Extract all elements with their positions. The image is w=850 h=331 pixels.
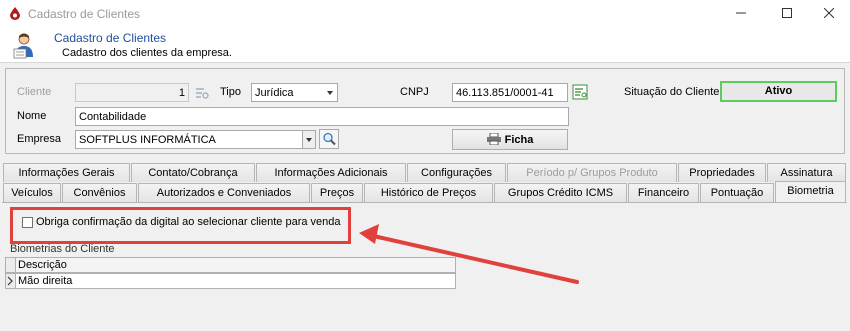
page-subtitle: Cadastro dos clientes da empresa. (62, 47, 232, 59)
ficha-label: Ficha (504, 134, 534, 146)
list-search-icon[interactable] (194, 85, 210, 101)
app-drop-icon (10, 7, 20, 20)
tab-pontuacao[interactable]: Pontuação (700, 183, 774, 202)
title-bar: Cadastro de Clientes (0, 0, 850, 27)
annotation-highlight-box (10, 207, 351, 244)
maximize-icon (782, 8, 792, 18)
tipo-select[interactable]: Jurídica (251, 83, 338, 102)
cnpj-field[interactable]: 46.113.851/0001-41 (452, 83, 568, 102)
tab-autorizados-conveniados[interactable]: Autorizados e Conveniados (138, 183, 310, 202)
tab-veiculos[interactable]: Veículos (3, 183, 61, 202)
nome-value: Contabilidade (79, 111, 147, 123)
chevron-down-icon (306, 138, 312, 142)
search-icon (323, 132, 336, 146)
situacao-label: Situação do Cliente (624, 86, 720, 98)
page-header: Cadastro de Clientes Cadastro dos client… (0, 27, 850, 63)
user-register-icon (13, 33, 33, 59)
window-title: Cadastro de Clientes (28, 7, 141, 21)
grid-caption: Biometrias do Cliente (10, 243, 115, 255)
tab-periodo-grupos-produto[interactable]: Período p/ Grupos Produto (507, 163, 677, 182)
chevron-down-icon (327, 91, 333, 95)
tipo-value: Jurídica (255, 87, 294, 99)
ficha-button[interactable]: Ficha (452, 129, 568, 150)
empresa-search-button[interactable] (319, 129, 339, 149)
tab-contato-cobranca[interactable]: Contato/Cobrança (131, 163, 255, 182)
nome-label: Nome (17, 110, 47, 122)
close-button[interactable] (806, 0, 850, 27)
cnpj-lookup-icon[interactable] (572, 84, 588, 100)
tab-informacoes-adicionais[interactable]: Informações Adicionais (256, 163, 406, 182)
cliente-code-value: 1 (178, 87, 185, 99)
empresa-select[interactable]: SOFTPLUS INFORMÁTICA (75, 130, 316, 149)
tab-informacoes-gerais[interactable]: Informações Gerais (3, 163, 130, 182)
close-icon (823, 7, 835, 19)
page-title: Cadastro de Clientes (54, 31, 167, 45)
cnpj-value: 46.113.851/0001-41 (456, 87, 554, 99)
printer-icon (486, 132, 501, 146)
minimize-icon (736, 12, 746, 14)
cliente-code-field: 1 (75, 83, 189, 102)
tab-biometria[interactable]: Biometria (775, 181, 846, 203)
tab-convenios[interactable]: Convênios (62, 183, 137, 202)
row-indicator-icon (6, 274, 16, 288)
tab-propriedades[interactable]: Propriedades (678, 163, 766, 182)
table-cell-descricao: Mão direita (18, 275, 73, 287)
empresa-dropdown-button[interactable] (302, 131, 315, 148)
annotation-arrow-icon (359, 224, 579, 284)
empresa-value: SOFTPLUS INFORMÁTICA (79, 134, 216, 146)
tab-financeiro[interactable]: Financeiro (628, 183, 699, 202)
nome-field[interactable]: Contabilidade (75, 107, 569, 126)
grid-indicator-header (6, 258, 16, 272)
status-value: Ativo (764, 85, 793, 97)
minimize-button[interactable] (718, 0, 764, 27)
tab-historico-precos[interactable]: Histórico de Preços (364, 183, 493, 202)
tab-configuracoes[interactable]: Configurações (407, 163, 506, 182)
tipo-label: Tipo (220, 86, 241, 98)
tab-assinatura[interactable]: Assinatura (767, 163, 846, 182)
status-badge[interactable]: Ativo (720, 81, 837, 102)
cliente-label: Cliente (17, 86, 52, 98)
tab-precos[interactable]: Preços (311, 183, 363, 202)
empresa-label: Empresa (17, 133, 62, 145)
grid-header-descricao[interactable]: Descrição (18, 259, 67, 271)
maximize-button[interactable] (764, 0, 810, 27)
cnpj-label: CNPJ (400, 86, 429, 98)
tab-grupos-credito-icms[interactable]: Grupos Crédito ICMS (494, 183, 627, 202)
